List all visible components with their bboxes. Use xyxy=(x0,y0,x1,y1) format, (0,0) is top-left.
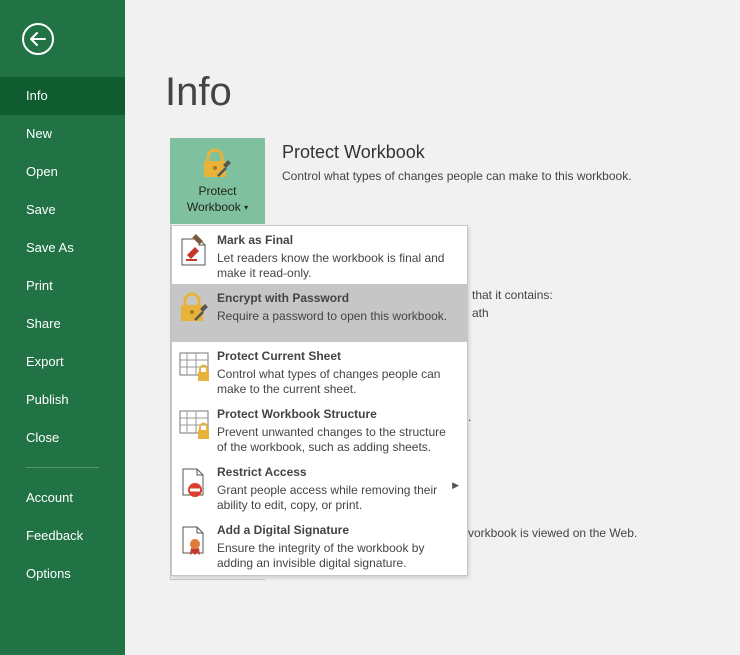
menu-mark-as-final[interactable]: Mark as Final Let readers know the workb… xyxy=(172,226,467,284)
nav-publish[interactable]: Publish xyxy=(0,381,125,419)
versions-fragment-text: . xyxy=(468,410,472,424)
lock-key-icon xyxy=(204,148,231,177)
protect-button-label: Protect Workbook ▾ xyxy=(170,183,265,216)
backstage-sidebar: Info New Open Save Save As Print Share E… xyxy=(0,0,125,655)
menu-description: Control what types of changes people can… xyxy=(217,367,441,396)
menu-protect-current-sheet[interactable]: Protect Current Sheet Control what types… xyxy=(172,342,467,400)
protect-label-line1: Protect xyxy=(198,184,237,198)
nav-feedback[interactable]: Feedback xyxy=(0,517,125,555)
digital-signature-icon xyxy=(182,526,204,555)
menu-title: Mark as Final xyxy=(217,233,294,247)
nav-close[interactable]: Close xyxy=(0,419,125,457)
menu-restrict-access[interactable]: Restrict Access Grant people access whil… xyxy=(172,458,467,516)
menu-title: Protect Workbook Structure xyxy=(217,407,377,421)
menu-description: Prevent unwanted changes to the structur… xyxy=(217,425,446,454)
nav-save[interactable]: Save xyxy=(0,191,125,229)
menu-title: Add a Digital Signature xyxy=(217,523,350,537)
back-button[interactable] xyxy=(22,23,54,55)
nav-share[interactable]: Share xyxy=(0,305,125,343)
menu-description: Ensure the integrity of the workbook by … xyxy=(217,541,425,570)
protect-structure-icon xyxy=(179,410,209,439)
menu-title: Encrypt with Password xyxy=(217,291,350,305)
browser-view-text: vorkbook is viewed on the Web. xyxy=(468,526,638,540)
menu-description: Let readers know the workbook is final a… xyxy=(217,251,445,280)
protect-sheet-icon xyxy=(179,352,209,381)
protect-label-line2: Workbook xyxy=(186,200,241,214)
menu-title: Restrict Access xyxy=(217,465,307,479)
inspect-path-text: ath xyxy=(472,306,489,320)
encrypt-lock-icon xyxy=(181,292,208,321)
nav-print[interactable]: Print xyxy=(0,267,125,305)
protect-workbook-description: Control what types of changes people can… xyxy=(282,169,632,183)
restrict-access-icon xyxy=(182,468,204,497)
mark-final-icon xyxy=(181,234,206,266)
nav-account[interactable]: Account xyxy=(0,479,125,517)
menu-description: Require a password to open this workbook… xyxy=(217,309,448,323)
menu-title: Protect Current Sheet xyxy=(217,349,342,363)
dropdown-caret-icon: ▾ xyxy=(244,202,249,212)
protect-workbook-menu: Mark as Final Let readers know the workb… xyxy=(171,225,468,576)
inspect-contains-text: that it contains: xyxy=(472,288,553,302)
submenu-arrow-icon: ▶ xyxy=(452,480,459,490)
page-title: Info xyxy=(165,70,232,114)
menu-encrypt-with-password[interactable]: Encrypt with Password Require a password… xyxy=(172,284,467,342)
menu-add-digital-signature[interactable]: Add a Digital Signature Ensure the integ… xyxy=(172,516,467,574)
nav-options[interactable]: Options xyxy=(0,555,125,593)
menu-protect-workbook-structure[interactable]: Protect Workbook Structure Prevent unwan… xyxy=(172,400,467,458)
protect-workbook-heading: Protect Workbook xyxy=(282,142,425,162)
protect-workbook-button[interactable]: Protect Workbook ▾ xyxy=(170,138,265,224)
nav-save-as[interactable]: Save As xyxy=(0,229,125,267)
nav-new[interactable]: New xyxy=(0,115,125,153)
nav-export[interactable]: Export xyxy=(0,343,125,381)
nav-open[interactable]: Open xyxy=(0,153,125,191)
back-arrow-icon xyxy=(30,32,46,46)
menu-description: Grant people access while removing their… xyxy=(217,483,438,512)
nav-info[interactable]: Info xyxy=(0,77,125,115)
nav-divider xyxy=(26,467,99,468)
